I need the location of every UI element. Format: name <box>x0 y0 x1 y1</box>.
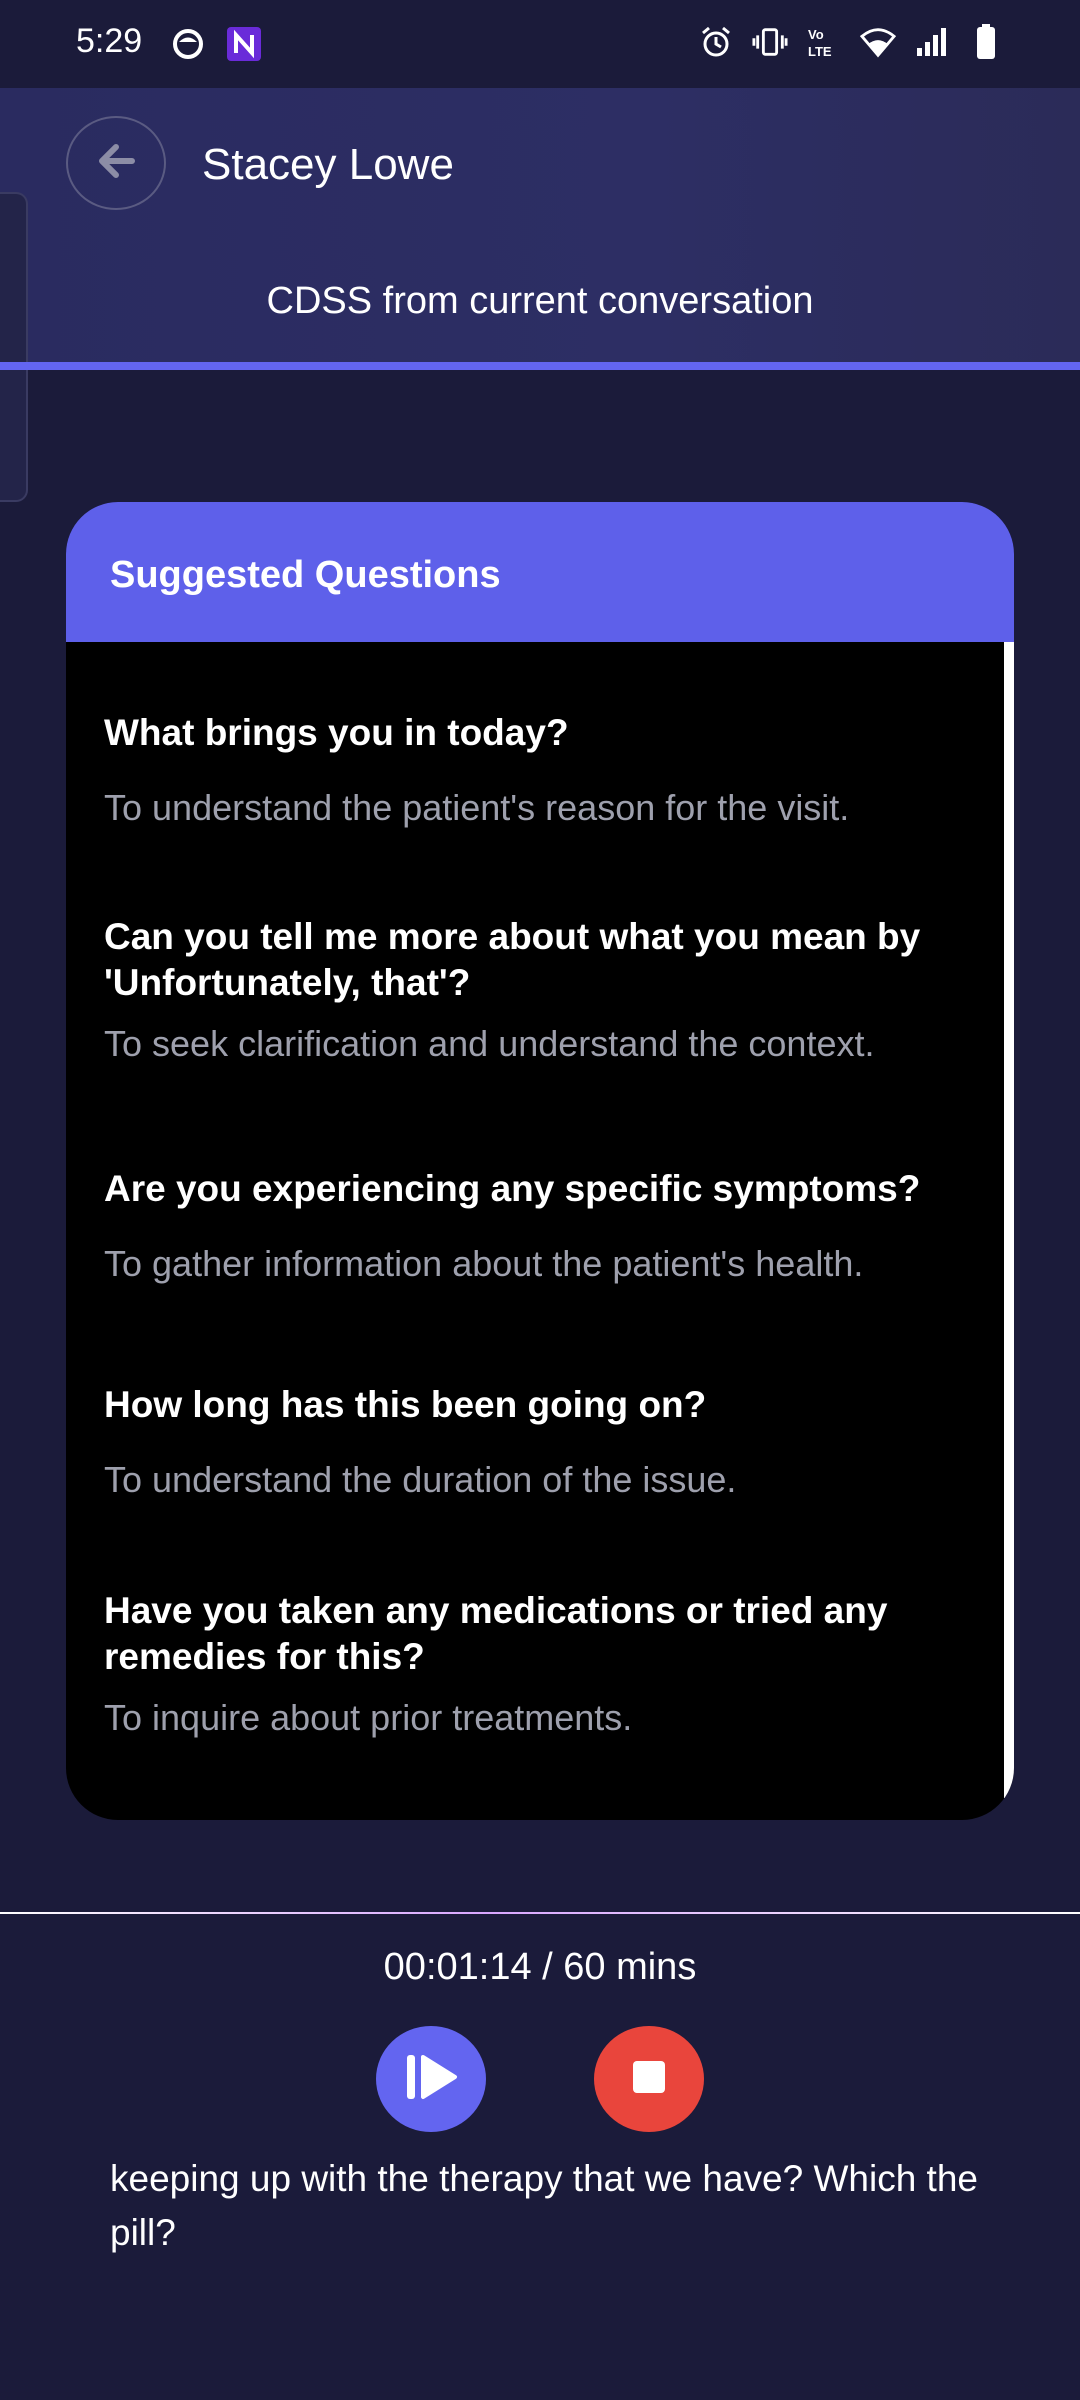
question-reason: To seek clarification and understand the… <box>104 1023 875 1064</box>
face-icon <box>170 24 206 64</box>
card-title: Suggested Questions <box>110 554 501 596</box>
suggested-questions-card: Suggested Questions What brings you in t… <box>66 502 1014 1820</box>
signal-icon <box>914 22 950 62</box>
question-item: Are you experiencing any specific sympto… <box>104 1166 984 1286</box>
question-reason: To gather information about the patient'… <box>104 1243 864 1284</box>
svg-text:LTE: LTE <box>808 44 832 59</box>
question-text: What brings you in today? <box>104 712 569 753</box>
status-right-icons: Vo LTE <box>698 22 1004 62</box>
n-app-icon <box>226 24 262 64</box>
question-reason: To inquire about prior treatments. <box>104 1697 633 1738</box>
question-reason: To understand the duration of the issue. <box>104 1459 737 1500</box>
question-item: How long has this been going on? To unde… <box>104 1382 984 1502</box>
scrollbar[interactable] <box>1004 642 1014 1798</box>
question-text: How long has this been going on? <box>104 1384 707 1425</box>
live-transcript: keeping up with the therapy that we have… <box>110 2158 978 2253</box>
wifi-icon <box>860 22 896 62</box>
question-item: Can you tell me more about what you mean… <box>104 914 984 1066</box>
arrow-left-icon <box>96 143 136 184</box>
divider <box>0 1912 1080 1914</box>
app-header: Stacey Lowe CDSS from current conversati… <box>0 88 1080 362</box>
resume-button[interactable] <box>376 2026 486 2132</box>
alarm-icon <box>698 22 734 62</box>
question-text: Can you tell me more about what you mean… <box>104 916 921 1003</box>
svg-text:Vo: Vo <box>808 27 824 42</box>
session-timer: 00:01:14 / 60 mins <box>383 1946 697 1988</box>
stop-icon <box>631 2059 667 2100</box>
question-text: Are you experiencing any specific sympto… <box>104 1168 921 1209</box>
status-bar: 5:29 Vo LTE <box>0 0 1080 88</box>
stop-button[interactable] <box>594 2026 704 2132</box>
side-drawer-handle[interactable] <box>0 192 28 502</box>
question-text: Have you taken any medications or tried … <box>104 1590 888 1677</box>
resume-icon <box>403 2053 459 2106</box>
question-reason: To understand the patient's reason for t… <box>104 787 850 828</box>
status-time: 5:29 <box>76 22 143 60</box>
question-item: Have you taken any medications or tried … <box>104 1588 984 1740</box>
tab-indicator <box>0 362 1080 370</box>
question-item: What brings you in today? To understand … <box>104 710 984 830</box>
patient-name: Stacey Lowe <box>202 140 454 189</box>
card-header: Suggested Questions <box>66 502 1014 642</box>
back-button[interactable] <box>66 116 166 210</box>
status-left-icons <box>170 24 262 64</box>
battery-icon <box>968 22 1004 62</box>
volte-icon: Vo LTE <box>806 22 842 62</box>
cdss-subtitle: CDSS from current conversation <box>266 280 814 322</box>
vibrate-icon <box>752 22 788 62</box>
